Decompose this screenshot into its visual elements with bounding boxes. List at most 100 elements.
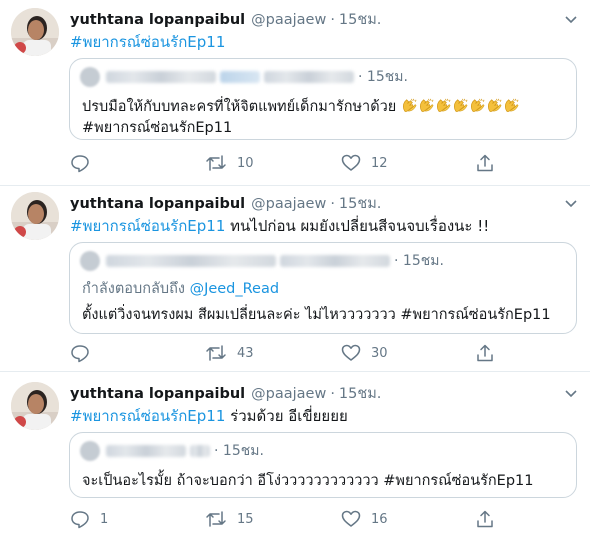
share-icon [477,154,493,172]
tweet-text-rest: ทนไปก่อน ผมยังเปลี่ยนสีจนจบเรื่องนะ !! [225,217,490,235]
quoted-time: 15ชม. [402,253,444,269]
tweet-1[interactable]: yuthtana lopanpaibul @paajaew · 15ชม. #พยาก… [0,0,590,186]
blurred-name [106,255,276,267]
clapping-hands-icon [453,98,468,112]
blurred-name [106,445,186,457]
tweet-2[interactable]: yuthtana lopanpaibul @paajaew · 15ชม. #พยาก… [0,186,590,372]
retweet-icon [206,155,226,171]
reply-icon [71,155,89,173]
avatar[interactable] [11,8,59,56]
separator-dot: · [330,386,335,402]
clapping-hands-icon [419,98,434,112]
quoted-text-line-2: #พยากรณ์ซ่อนรักEp11 [82,116,232,139]
hashtag-link[interactable]: #พยากรณ์ซ่อนรักEp11 [70,217,225,235]
tweet-actions: 1 15 16 [70,508,510,530]
clapping-hands-icon [470,98,485,112]
heart-icon [341,344,361,361]
avatar[interactable] [11,382,59,430]
tweet-text: #พยากรณ์ซ่อนรักEp11 ร่วมด้วย อีเขี่ยยยย [70,404,348,428]
avatar[interactable] [11,192,59,240]
user-handle[interactable]: @paajaew [251,196,326,212]
avatar-image [11,8,59,56]
blurred-handle [190,445,210,457]
separator-dot: · [394,253,399,269]
retweet-count: 10 [237,155,254,171]
retweet-count: 43 [237,345,254,361]
like-count: 16 [371,511,388,527]
heart-icon [341,510,361,527]
quoted-tweet[interactable]: · 15ชม. กำลังตอบกลับถึง @Jeed_Read ตั้งแ… [69,242,577,334]
clapping-hands-icon [436,98,451,112]
quoted-avatar [80,67,100,87]
share-icon [477,510,493,528]
clapping-hands-icon [487,98,502,112]
separator-dot: · [330,196,335,212]
tweet-text-rest: ร่วมด้วย อีเขี่ยยยย [225,407,348,425]
reply-icon [71,345,89,363]
tweet-text: #พยากรณ์ซ่อนรักEp11 [70,30,225,54]
clapping-hands-icon [402,98,417,112]
retweet-icon [206,511,226,527]
reply-button[interactable]: 1 [70,508,108,530]
like-button[interactable]: 16 [341,508,388,530]
retweet-icon [206,345,226,361]
replying-to-label: กำลังตอบกลับถึง [82,281,190,297]
avatar-image [11,382,59,430]
quoted-time: 15ชม. [222,443,264,459]
reply-count: 1 [100,511,109,527]
retweet-button[interactable]: 10 [205,152,254,174]
tweet-header: yuthtana lopanpaibul @paajaew · 15ชม. [70,8,381,31]
tweet-3[interactable]: yuthtana lopanpaibul @paajaew · 15ชม. #พยาก… [0,372,590,538]
quoted-tweet-header: · 15ชม. [80,251,444,271]
share-button[interactable] [475,508,505,530]
separator-dot: · [214,443,219,459]
like-count: 12 [371,155,388,171]
chevron-down-icon[interactable] [564,386,578,400]
replying-to: กำลังตอบกลับถึง @Jeed_Read [82,277,279,300]
quoted-avatar [80,441,100,461]
avatar-image [11,192,59,240]
chevron-down-icon[interactable] [564,196,578,210]
mention-link[interactable]: @Jeed_Read [190,281,280,297]
tweet-actions: 43 30 [70,342,510,364]
quoted-tweet-header: · 15ชม. [80,441,264,461]
reply-button[interactable] [70,342,100,364]
retweet-button[interactable]: 15 [205,508,254,530]
reply-icon [71,511,89,529]
quoted-hashtag: #พยากรณ์ซ่อนรักEp11 [82,120,233,136]
quoted-tweet-header: · 15ชม. [80,67,408,87]
quoted-text-line-1: ตั้งแต่วิ่งจนทรงผม สีผมเปลี่ยนละค่ะ ไม่ไ… [82,303,551,326]
like-count: 30 [371,345,388,361]
quoted-tweet[interactable]: · 15ชม. จะเป็นอะไรมั้ย ถ้าจะบอกว่า อีโง่… [69,432,577,498]
tweet-actions: 10 12 [70,152,510,174]
blurred-handle [264,71,354,83]
quoted-text-line-1: ปรบมือให้กับบทละครที่ให้จิตแพทย์เด็กมารั… [82,95,520,118]
user-handle[interactable]: @paajaew [251,12,326,28]
retweet-count: 15 [237,511,254,527]
user-handle[interactable]: @paajaew [251,386,326,402]
share-button[interactable] [475,152,505,174]
retweet-button[interactable]: 43 [205,342,254,364]
reply-button[interactable] [70,152,100,174]
tweet-time[interactable]: 15ชม. [339,196,381,212]
blurred-badge [220,71,260,83]
hashtag-link[interactable]: #พยากรณ์ซ่อนรักEp11 [70,33,225,51]
heart-icon [341,154,361,171]
quoted-tweet[interactable]: · 15ชม. ปรบมือให้กับบทละครที่ให้จิตแพทย์… [69,58,577,140]
hashtag-link[interactable]: #พยากรณ์ซ่อนรักEp11 [70,407,225,425]
quoted-text: ปรบมือให้กับบทละครที่ให้จิตแพทย์เด็กมารั… [82,99,397,115]
share-button[interactable] [475,342,505,364]
clapping-hands-icon-group [401,98,520,115]
like-button[interactable]: 30 [341,342,388,364]
like-button[interactable]: 12 [341,152,388,174]
tweet-time[interactable]: 15ชม. [339,386,381,402]
separator-dot: · [358,69,363,85]
tweet-time[interactable]: 15ชม. [339,12,381,28]
user-name[interactable]: yuthtana lopanpaibul [70,12,245,28]
user-name[interactable]: yuthtana lopanpaibul [70,196,245,212]
quoted-text: จะเป็นอะไรมั้ย ถ้าจะบอกว่า อีโง่วววววววว… [82,473,534,489]
chevron-down-icon[interactable] [564,12,578,26]
tweet-header: yuthtana lopanpaibul @paajaew · 15ชม. [70,382,381,405]
clapping-hands-icon [504,98,519,112]
user-name[interactable]: yuthtana lopanpaibul [70,386,245,402]
